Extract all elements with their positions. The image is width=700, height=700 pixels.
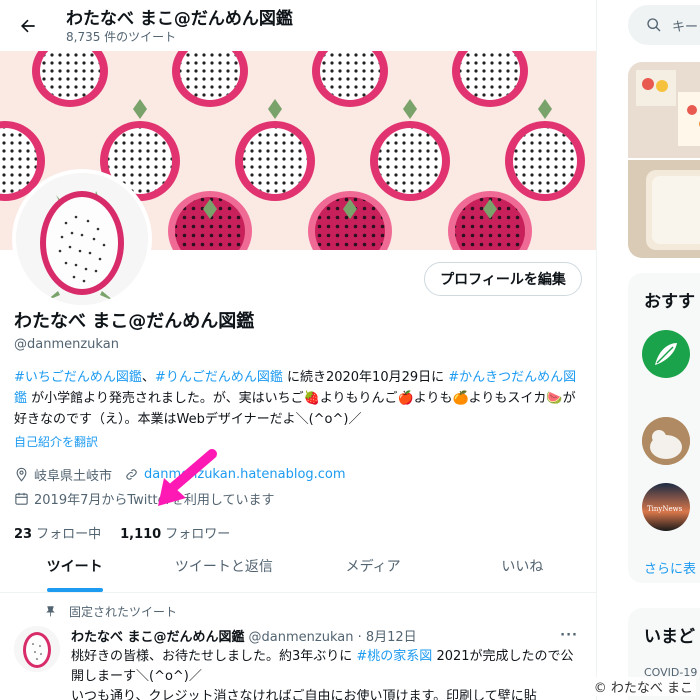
suggested-account-avatar-3[interactable]: TinyNews bbox=[642, 483, 690, 531]
back-arrow-icon[interactable] bbox=[12, 10, 44, 42]
tweet-count: 8,735 件のツイート bbox=[66, 29, 177, 44]
profile-handle: @danmenzukan bbox=[14, 337, 119, 352]
profile-tabs: ツイート ツイートと返信 メディア いいね bbox=[0, 540, 596, 593]
search-icon bbox=[646, 17, 662, 33]
bio-hashtag-apple[interactable]: #りんごだんめん図鑑 bbox=[155, 370, 283, 385]
pinned-label-row: 固定されたツイート bbox=[44, 603, 177, 620]
suggested-account-avatar-2[interactable] bbox=[642, 417, 690, 465]
location-icon bbox=[14, 467, 29, 482]
profile-column: わたなべ まこ@だんめん図鑑 8,735 件のツイート プロフィールを編集 わた… bbox=[0, 0, 597, 700]
pink-arrow-annotation-icon bbox=[158, 449, 217, 506]
profile-joined-row: 2019年7月からTwitterを利用しています bbox=[14, 489, 584, 508]
who-to-follow-card: おすす TinyNews さらに表 bbox=[628, 273, 700, 583]
pinned-label: 固定されたツイート bbox=[69, 605, 178, 619]
who-to-follow-title: おすす bbox=[644, 292, 695, 312]
pin-icon bbox=[44, 605, 57, 618]
calendar-icon bbox=[14, 491, 29, 506]
tweet-avatar[interactable] bbox=[14, 626, 60, 672]
tab-likes[interactable]: いいね bbox=[448, 540, 596, 592]
trends-title: いまど bbox=[644, 627, 695, 647]
profile-header-bar: わたなべ まこ@だんめん図鑑 8,735 件のツイート bbox=[0, 0, 596, 51]
tweet-author-name[interactable]: わたなべ まこ@だんめん図鑑 bbox=[71, 626, 245, 645]
search-placeholder: キー bbox=[672, 19, 699, 35]
more-options-icon[interactable]: ··· bbox=[560, 628, 578, 643]
profile-info: わたなべ まこ@だんめん図鑑 @danmenzukan #いちごだんめん図鑑、#… bbox=[14, 310, 584, 542]
profile-name: わたなべ まこ@だんめん図鑑 bbox=[14, 311, 255, 332]
bio-text-1: に続き2020年10月29日に bbox=[282, 370, 449, 385]
tab-tweets[interactable]: ツイート bbox=[0, 540, 149, 592]
suggested-account-avatar-1[interactable] bbox=[642, 330, 690, 378]
leaf-logo-icon bbox=[655, 343, 677, 365]
tab-tweets-and-replies[interactable]: ツイートと返信 bbox=[149, 540, 298, 592]
header-title-block: わたなべ まこ@だんめん図鑑 8,735 件のツイート bbox=[66, 8, 293, 44]
avatar-image bbox=[16, 173, 148, 305]
tweet-text: 桃好きの皆様、お待たせしました。約3年ぶりに #桃の家系図 2021が完成したの… bbox=[71, 647, 586, 700]
profile-meta-row: 岐阜県土岐市 danmenzukan.hatenablog.com bbox=[14, 465, 584, 484]
bio-text-2: が小学館より発売されました。が、実はいちご🍓よりもりんご🍎よりも🍊よりもスイカ🍉… bbox=[14, 391, 576, 427]
translate-bio-link[interactable]: 自己紹介を翻訳 bbox=[14, 433, 584, 450]
copyright-watermark: © わたなべ まこ bbox=[590, 677, 696, 696]
profile-media-preview[interactable] bbox=[628, 62, 700, 258]
profile-location: 岐阜県土岐市 bbox=[34, 469, 113, 484]
right-sidebar: キー おすす TinyNews さらに表 いまど COVID-19 bbox=[615, 0, 700, 700]
bio-separator: 、 bbox=[141, 370, 155, 385]
header-name: わたなべ まこ@だんめん図鑑 bbox=[66, 8, 293, 29]
tweet-body: わたなべ まこ@だんめん図鑑 @danmenzukan · 8月12日 ··· … bbox=[71, 626, 586, 700]
tweet-header: わたなべ まこ@だんめん図鑑 @danmenzukan · 8月12日 ··· bbox=[71, 626, 586, 645]
tab-media[interactable]: メディア bbox=[299, 540, 448, 592]
show-more-link[interactable]: さらに表 bbox=[644, 558, 696, 577]
tweet-text-3: いつも通り、クレジット消さなければご自由にお使い頂けます。印刷して壁に貼 bbox=[71, 689, 537, 700]
link-icon bbox=[124, 467, 139, 482]
tweet-handle-date: @danmenzukan · 8月12日 bbox=[248, 630, 417, 645]
suggested-avatar-3-label: TinyNews bbox=[647, 505, 683, 513]
avatar[interactable] bbox=[12, 169, 152, 309]
bio-hashtag-strawberry[interactable]: #いちごだんめん図鑑 bbox=[14, 370, 142, 385]
search-input[interactable]: キー bbox=[628, 5, 700, 45]
tweet-text-1: 桃好きの皆様、お待たせしました。約3年ぶりに bbox=[71, 649, 357, 664]
edit-profile-button[interactable]: プロフィールを編集 bbox=[424, 262, 582, 296]
tweet-hashtag[interactable]: #桃の家系図 bbox=[356, 649, 432, 664]
profile-bio: #いちごだんめん図鑑、#りんごだんめん図鑑 に続き2020年10月29日に #か… bbox=[14, 367, 584, 430]
